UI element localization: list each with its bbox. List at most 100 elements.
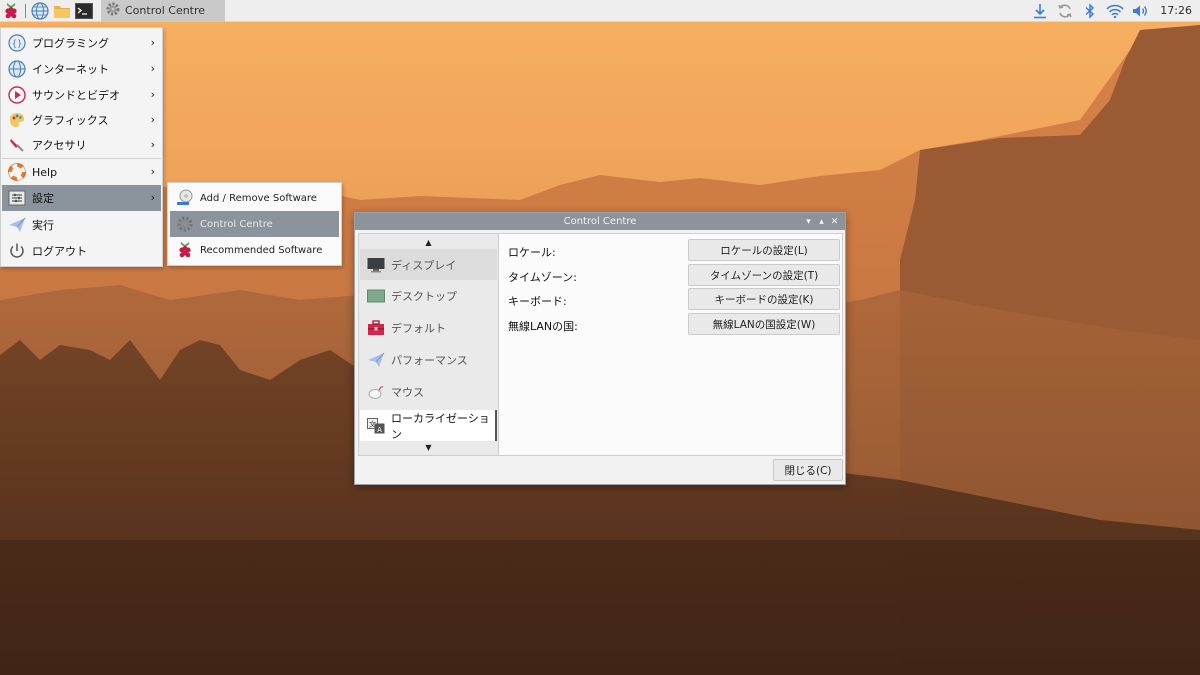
menu-item-label: 設定: [32, 192, 54, 205]
menu-item-label: Help: [32, 165, 58, 179]
taskbar: Control Centre 17:26: [0, 0, 1200, 22]
taskbar-window-control-centre[interactable]: Control Centre: [101, 0, 225, 22]
scroll-down-button[interactable]: ▼: [359, 440, 498, 454]
menu-item-settings[interactable]: 設定 ›: [2, 185, 161, 211]
menu-item-label: サウンドとビデオ: [32, 89, 120, 102]
sidebar-item-performance[interactable]: パフォーマンス: [360, 344, 497, 375]
timezone-label: タイムゾーン:: [508, 271, 577, 284]
close-icon[interactable]: ✕: [828, 213, 841, 230]
terminal-icon[interactable]: [73, 0, 95, 22]
settings-submenu: Add / Remove Software Control Centre Rec…: [167, 182, 342, 266]
category-sidebar: ▲ ディスプレイ デスクトップ デフォルト パフォーマンス マウス 文 A ロー…: [359, 234, 499, 455]
taskbar-window-title: Control Centre: [125, 4, 206, 17]
menu-item-label: ログアウト: [32, 245, 87, 258]
submenu-item-recommended-software[interactable]: Recommended Software: [170, 237, 339, 263]
chevron-right-icon: ›: [150, 113, 155, 126]
svg-text:A: A: [377, 425, 382, 433]
chevron-right-icon: ›: [150, 62, 155, 75]
globe-icon: [8, 60, 26, 78]
chevron-right-icon: ›: [150, 36, 155, 49]
system-tray: 17:26: [1027, 0, 1200, 22]
sidebar-item-defaults[interactable]: デフォルト: [360, 312, 497, 343]
menu-item-sound-video[interactable]: サウンドとビデオ ›: [2, 82, 161, 108]
close-button[interactable]: 閉じる(C): [773, 459, 843, 481]
sidebar-item-label: デスクトップ: [391, 289, 457, 303]
paper-plane-icon: [8, 216, 26, 234]
menu-item-internet[interactable]: インターネット ›: [2, 56, 161, 82]
menu-item-label: インターネット: [32, 63, 109, 76]
folder-icon[interactable]: [51, 0, 73, 22]
palette-icon: [8, 111, 26, 129]
menu-item-logout[interactable]: ログアウト: [2, 238, 161, 264]
menu-item-label: アクセサリ: [32, 139, 87, 152]
gear-icon: [176, 215, 194, 233]
locale-label: ロケール:: [508, 246, 556, 259]
bluetooth-icon[interactable]: [1077, 0, 1102, 22]
keyboard-label: キーボード:: [508, 295, 567, 308]
submenu-item-label: Add / Remove Software: [200, 192, 317, 204]
sidebar-item-label: ローカライゼーション: [391, 411, 490, 441]
scroll-up-button[interactable]: ▲: [359, 235, 498, 249]
wifi-icon[interactable]: [1102, 0, 1127, 22]
raspberry-icon: [176, 241, 194, 259]
toolbox-icon: [367, 319, 385, 336]
programming-icon: {}: [8, 34, 26, 52]
sidebar-item-label: パフォーマンス: [391, 353, 468, 367]
lifebuoy-icon: [8, 163, 26, 181]
menu-item-graphics[interactable]: グラフィックス ›: [2, 107, 161, 133]
control-centre-window: Control Centre ▾ ▴ ✕ ▲ ディスプレイ デスクトップ デフォ…: [354, 212, 846, 485]
globe-icon[interactable]: [29, 0, 51, 22]
chevron-right-icon: ›: [150, 165, 155, 178]
menu-item-label: プログラミング: [32, 37, 109, 50]
wlan-country-label: 無線LANの国:: [508, 320, 578, 333]
menu-item-help[interactable]: Help ›: [2, 159, 161, 185]
paper-plane-icon: [367, 352, 385, 368]
sidebar-item-label: ディスプレイ: [391, 258, 457, 272]
window-title: Control Centre: [563, 216, 637, 227]
set-timezone-button[interactable]: タイムゾーンの設定(T): [688, 264, 840, 286]
settings-icon: [8, 189, 26, 207]
sidebar-item-label: デフォルト: [391, 321, 446, 335]
menu-item-label: 実行: [32, 219, 54, 232]
window-controls: ▾ ▴ ✕: [802, 213, 841, 230]
mouse-icon: [367, 384, 385, 400]
menu-item-programming[interactable]: {} プログラミング ›: [2, 30, 161, 56]
window-titlebar[interactable]: Control Centre ▾ ▴ ✕: [355, 213, 845, 230]
translate-icon: 文A: [367, 417, 385, 434]
chevron-right-icon: ›: [150, 88, 155, 101]
menu-item-label: グラフィックス: [32, 114, 109, 127]
play-icon: [8, 86, 26, 104]
raspberry-menu-icon[interactable]: [0, 0, 22, 22]
submenu-item-label: Recommended Software: [200, 244, 323, 256]
taskbar-separator: [25, 3, 26, 18]
sidebar-item-label: マウス: [391, 385, 424, 399]
localisation-panel: ロケール: ロケールの設定(L) タイムゾーン: タイムゾーンの設定(T) キー…: [500, 234, 842, 455]
submenu-item-label: Control Centre: [200, 218, 273, 230]
desktop-icon: [367, 288, 385, 304]
clock[interactable]: 17:26: [1160, 4, 1192, 17]
menu-item-accessories[interactable]: アクセサリ ›: [2, 132, 161, 158]
download-icon[interactable]: [1027, 0, 1052, 22]
maximize-button[interactable]: ▴: [815, 213, 828, 230]
menu-item-run[interactable]: 実行: [2, 212, 161, 238]
set-keyboard-button[interactable]: キーボードの設定(K): [688, 288, 840, 310]
knife-icon: [8, 136, 26, 154]
window-content: ▲ ディスプレイ デスクトップ デフォルト パフォーマンス マウス 文 A ロー…: [358, 233, 843, 456]
set-wlan-country-button[interactable]: 無線LANの国設定(W): [688, 313, 840, 335]
chevron-right-icon: ›: [150, 191, 155, 204]
sidebar-item-mouse[interactable]: マウス: [360, 376, 497, 407]
set-locale-button[interactable]: ロケールの設定(L): [688, 239, 840, 261]
submenu-item-control-centre[interactable]: Control Centre: [170, 211, 339, 237]
monitor-icon: [367, 257, 385, 273]
sidebar-item-desktop[interactable]: デスクトップ: [360, 280, 497, 311]
sidebar-item-localisation[interactable]: 文A ローカライゼーション: [360, 410, 497, 441]
minimize-button[interactable]: ▾: [802, 213, 815, 230]
chevron-right-icon: ›: [150, 138, 155, 151]
sidebar-item-display[interactable]: ディスプレイ: [360, 249, 497, 280]
package-icon: [176, 189, 194, 207]
application-menu: {} プログラミング › インターネット › サウンドとビデオ › グラフィック…: [0, 27, 163, 267]
gear-icon: [105, 1, 121, 20]
speaker-icon[interactable]: [1127, 0, 1152, 22]
submenu-item-add-remove-software[interactable]: Add / Remove Software: [170, 185, 339, 211]
sync-icon[interactable]: [1052, 0, 1077, 22]
